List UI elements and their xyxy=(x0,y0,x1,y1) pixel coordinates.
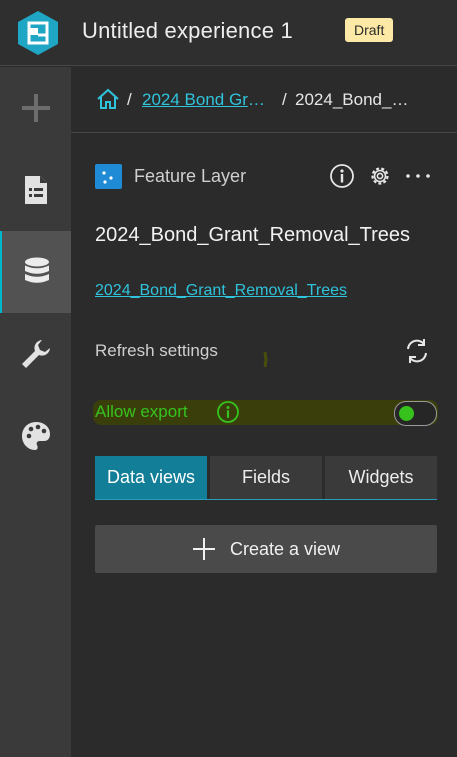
database-icon xyxy=(24,257,49,283)
app-logo-icon[interactable] xyxy=(16,10,60,56)
data-tabs: Data views Fields Widgets xyxy=(95,456,437,500)
breadcrumb-separator: / xyxy=(127,90,132,109)
breadcrumb: / 2024 Bond Grant Removal Trees / 2024_B… xyxy=(71,67,457,133)
sidebar-item-data[interactable] xyxy=(0,231,71,313)
app-header: Untitled experience 1 Draft xyxy=(0,0,457,66)
toggle-knob xyxy=(399,406,414,421)
tab-data-views[interactable]: Data views xyxy=(95,456,207,499)
create-view-button[interactable]: Create a view xyxy=(95,525,437,573)
add-icon xyxy=(21,94,50,122)
info-icon[interactable] xyxy=(216,400,240,424)
tab-widgets[interactable]: Widgets xyxy=(325,456,437,499)
palette-icon xyxy=(21,422,50,450)
tab-label: Widgets xyxy=(348,467,414,487)
annotation-mark xyxy=(263,351,268,368)
tab-label: Fields xyxy=(241,467,290,487)
info-icon[interactable] xyxy=(329,163,355,189)
plus-icon xyxy=(192,538,215,560)
wrench-icon xyxy=(21,340,50,368)
feature-layer-icon xyxy=(95,164,122,189)
home-icon[interactable] xyxy=(96,88,120,110)
data-settings-panel: / 2024 Bond Grant Removal Trees / 2024_B… xyxy=(71,67,457,757)
gear-icon[interactable] xyxy=(367,163,393,189)
breadcrumb-separator: / xyxy=(282,90,287,109)
tab-fields[interactable]: Fields xyxy=(210,456,322,499)
sidebar-item-theme[interactable] xyxy=(0,395,71,477)
allow-export-toggle[interactable] xyxy=(394,401,437,426)
breadcrumb-current: 2024_Bond_Grant_Removal_Trees xyxy=(295,90,420,109)
refresh-icon[interactable] xyxy=(403,337,431,365)
left-sidebar xyxy=(0,67,71,757)
page-icon xyxy=(24,176,47,204)
breadcrumb-parent-link[interactable]: 2024 Bond Grant Removal Trees xyxy=(142,90,272,110)
more-options-icon[interactable] xyxy=(404,163,432,189)
layer-source-link[interactable]: 2024_Bond_Grant_Removal_Trees xyxy=(95,282,347,300)
layer-type-label: Feature Layer xyxy=(134,166,247,186)
tab-label: Data views xyxy=(106,467,196,487)
allow-export-label: Allow export xyxy=(95,402,188,421)
sidebar-item-tools[interactable] xyxy=(0,313,71,395)
create-view-label: Create a view xyxy=(229,538,341,559)
app-title[interactable]: Untitled experience 1 xyxy=(82,18,293,44)
sidebar-item-insert[interactable] xyxy=(0,67,71,149)
draft-badge: Draft xyxy=(345,18,394,42)
layer-name: 2024_Bond_Grant_Removal_Trees xyxy=(95,224,411,246)
sidebar-item-page[interactable] xyxy=(0,149,71,231)
